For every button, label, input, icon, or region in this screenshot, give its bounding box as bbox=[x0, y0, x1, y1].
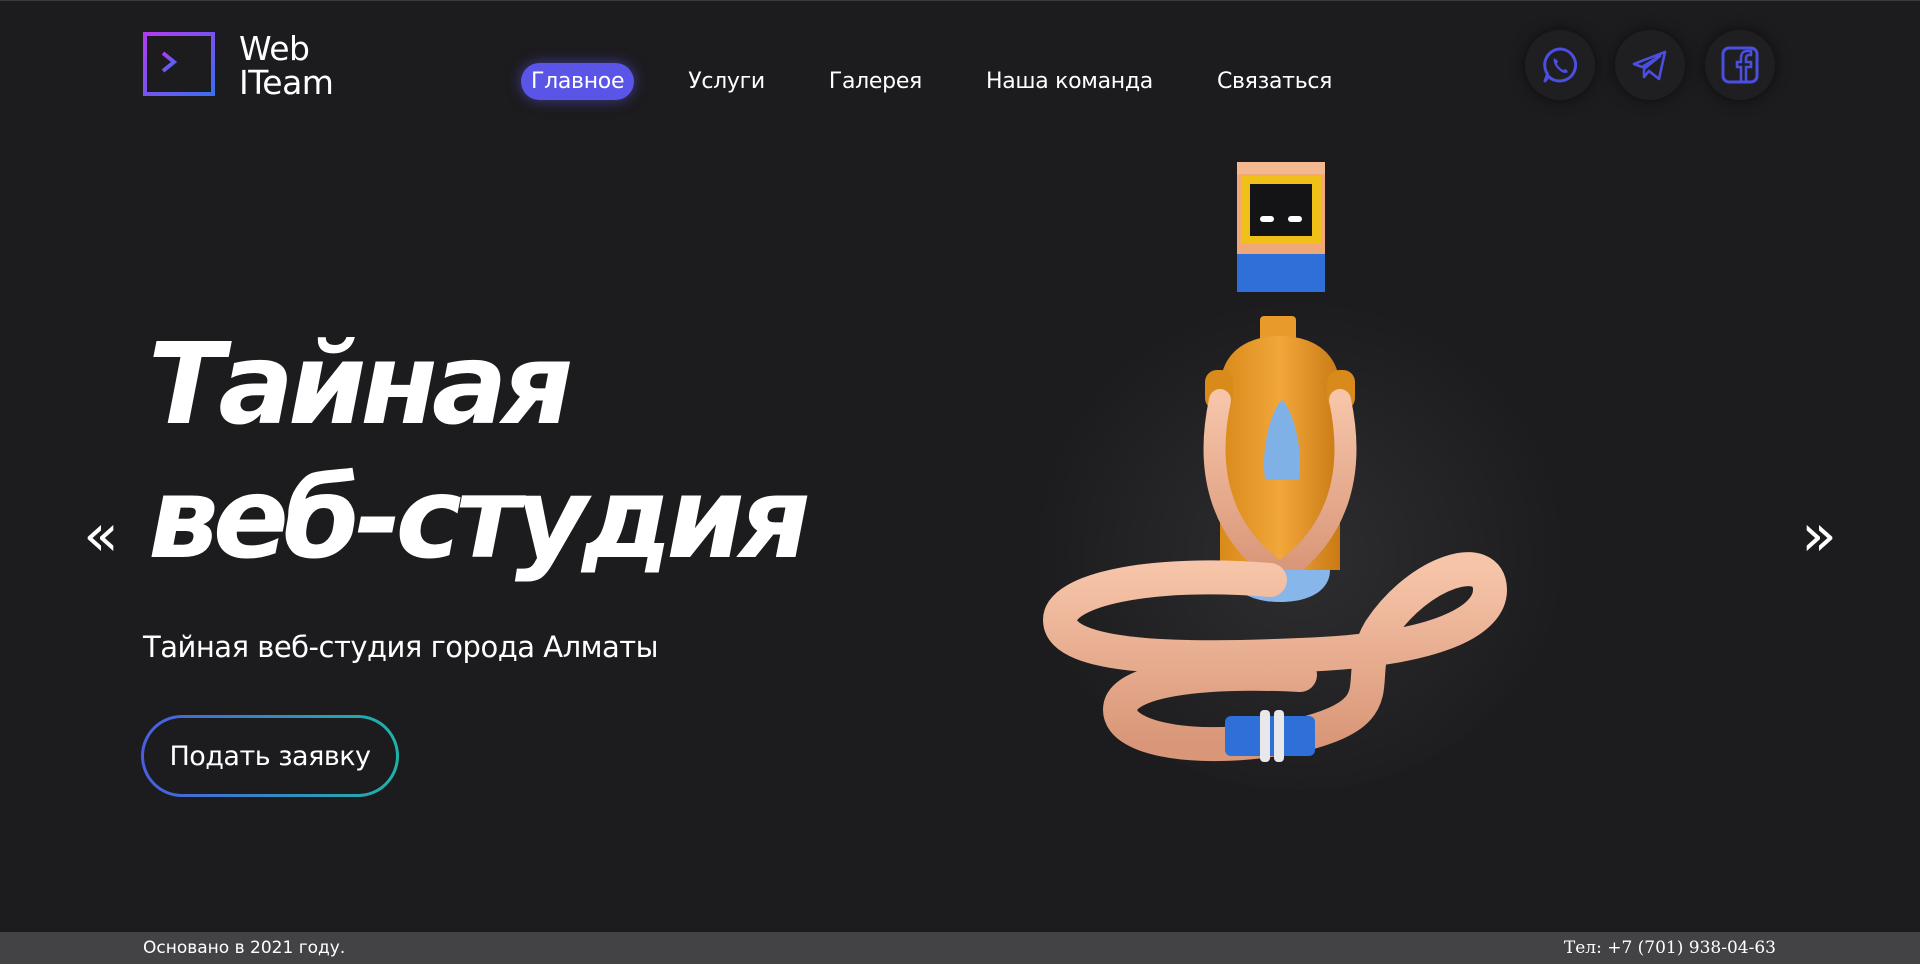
hero-subtitle: Тайная веб-студия города Алматы bbox=[143, 630, 659, 664]
hero-title-line-2: веб-студия bbox=[148, 454, 811, 584]
meditating-robot-figure bbox=[1030, 162, 1570, 790]
next-slide-arrow-icon[interactable]: » bbox=[1797, 505, 1841, 565]
nav-item-gallery[interactable]: Галерея bbox=[819, 63, 932, 100]
founded-text: Основано в 2021 году. bbox=[143, 938, 346, 958]
social-links bbox=[1525, 30, 1795, 100]
hero-title-line-1: Тайная bbox=[148, 320, 573, 450]
prev-slide-arrow-icon[interactable]: « bbox=[79, 505, 123, 565]
facebook-button[interactable] bbox=[1705, 30, 1775, 100]
phone-text[interactable]: Тел: +7 (701) 938-04-63 bbox=[1564, 938, 1776, 958]
logo[interactable]: Web ITeam bbox=[143, 29, 334, 102]
top-border bbox=[0, 0, 1920, 1]
brand-line-1: Web bbox=[239, 29, 310, 68]
nav-item-home[interactable]: Главное bbox=[521, 63, 635, 100]
brand-line-2: ITeam bbox=[239, 63, 334, 102]
facebook-icon bbox=[1721, 46, 1759, 84]
whatsapp-button[interactable] bbox=[1525, 30, 1595, 100]
main-nav: Главное Услуги Галерея Наша команда Связ… bbox=[521, 63, 1386, 100]
hero-title: Тайная веб-студия bbox=[148, 318, 811, 586]
terminal-logo-icon bbox=[143, 32, 215, 96]
nav-item-team[interactable]: Наша команда bbox=[976, 63, 1163, 100]
submit-request-button[interactable]: Подать заявку bbox=[141, 715, 399, 797]
footer: Основано в 2021 году. Тел: +7 (701) 938-… bbox=[0, 932, 1920, 964]
nav-item-services[interactable]: Услуги bbox=[678, 63, 775, 100]
submit-request-label: Подать заявку bbox=[144, 718, 396, 794]
whatsapp-icon bbox=[1543, 47, 1578, 83]
brand-name: Web ITeam bbox=[239, 29, 334, 102]
nav-item-contact[interactable]: Связаться bbox=[1207, 63, 1342, 100]
telegram-icon bbox=[1632, 50, 1667, 81]
telegram-button[interactable] bbox=[1615, 30, 1685, 100]
